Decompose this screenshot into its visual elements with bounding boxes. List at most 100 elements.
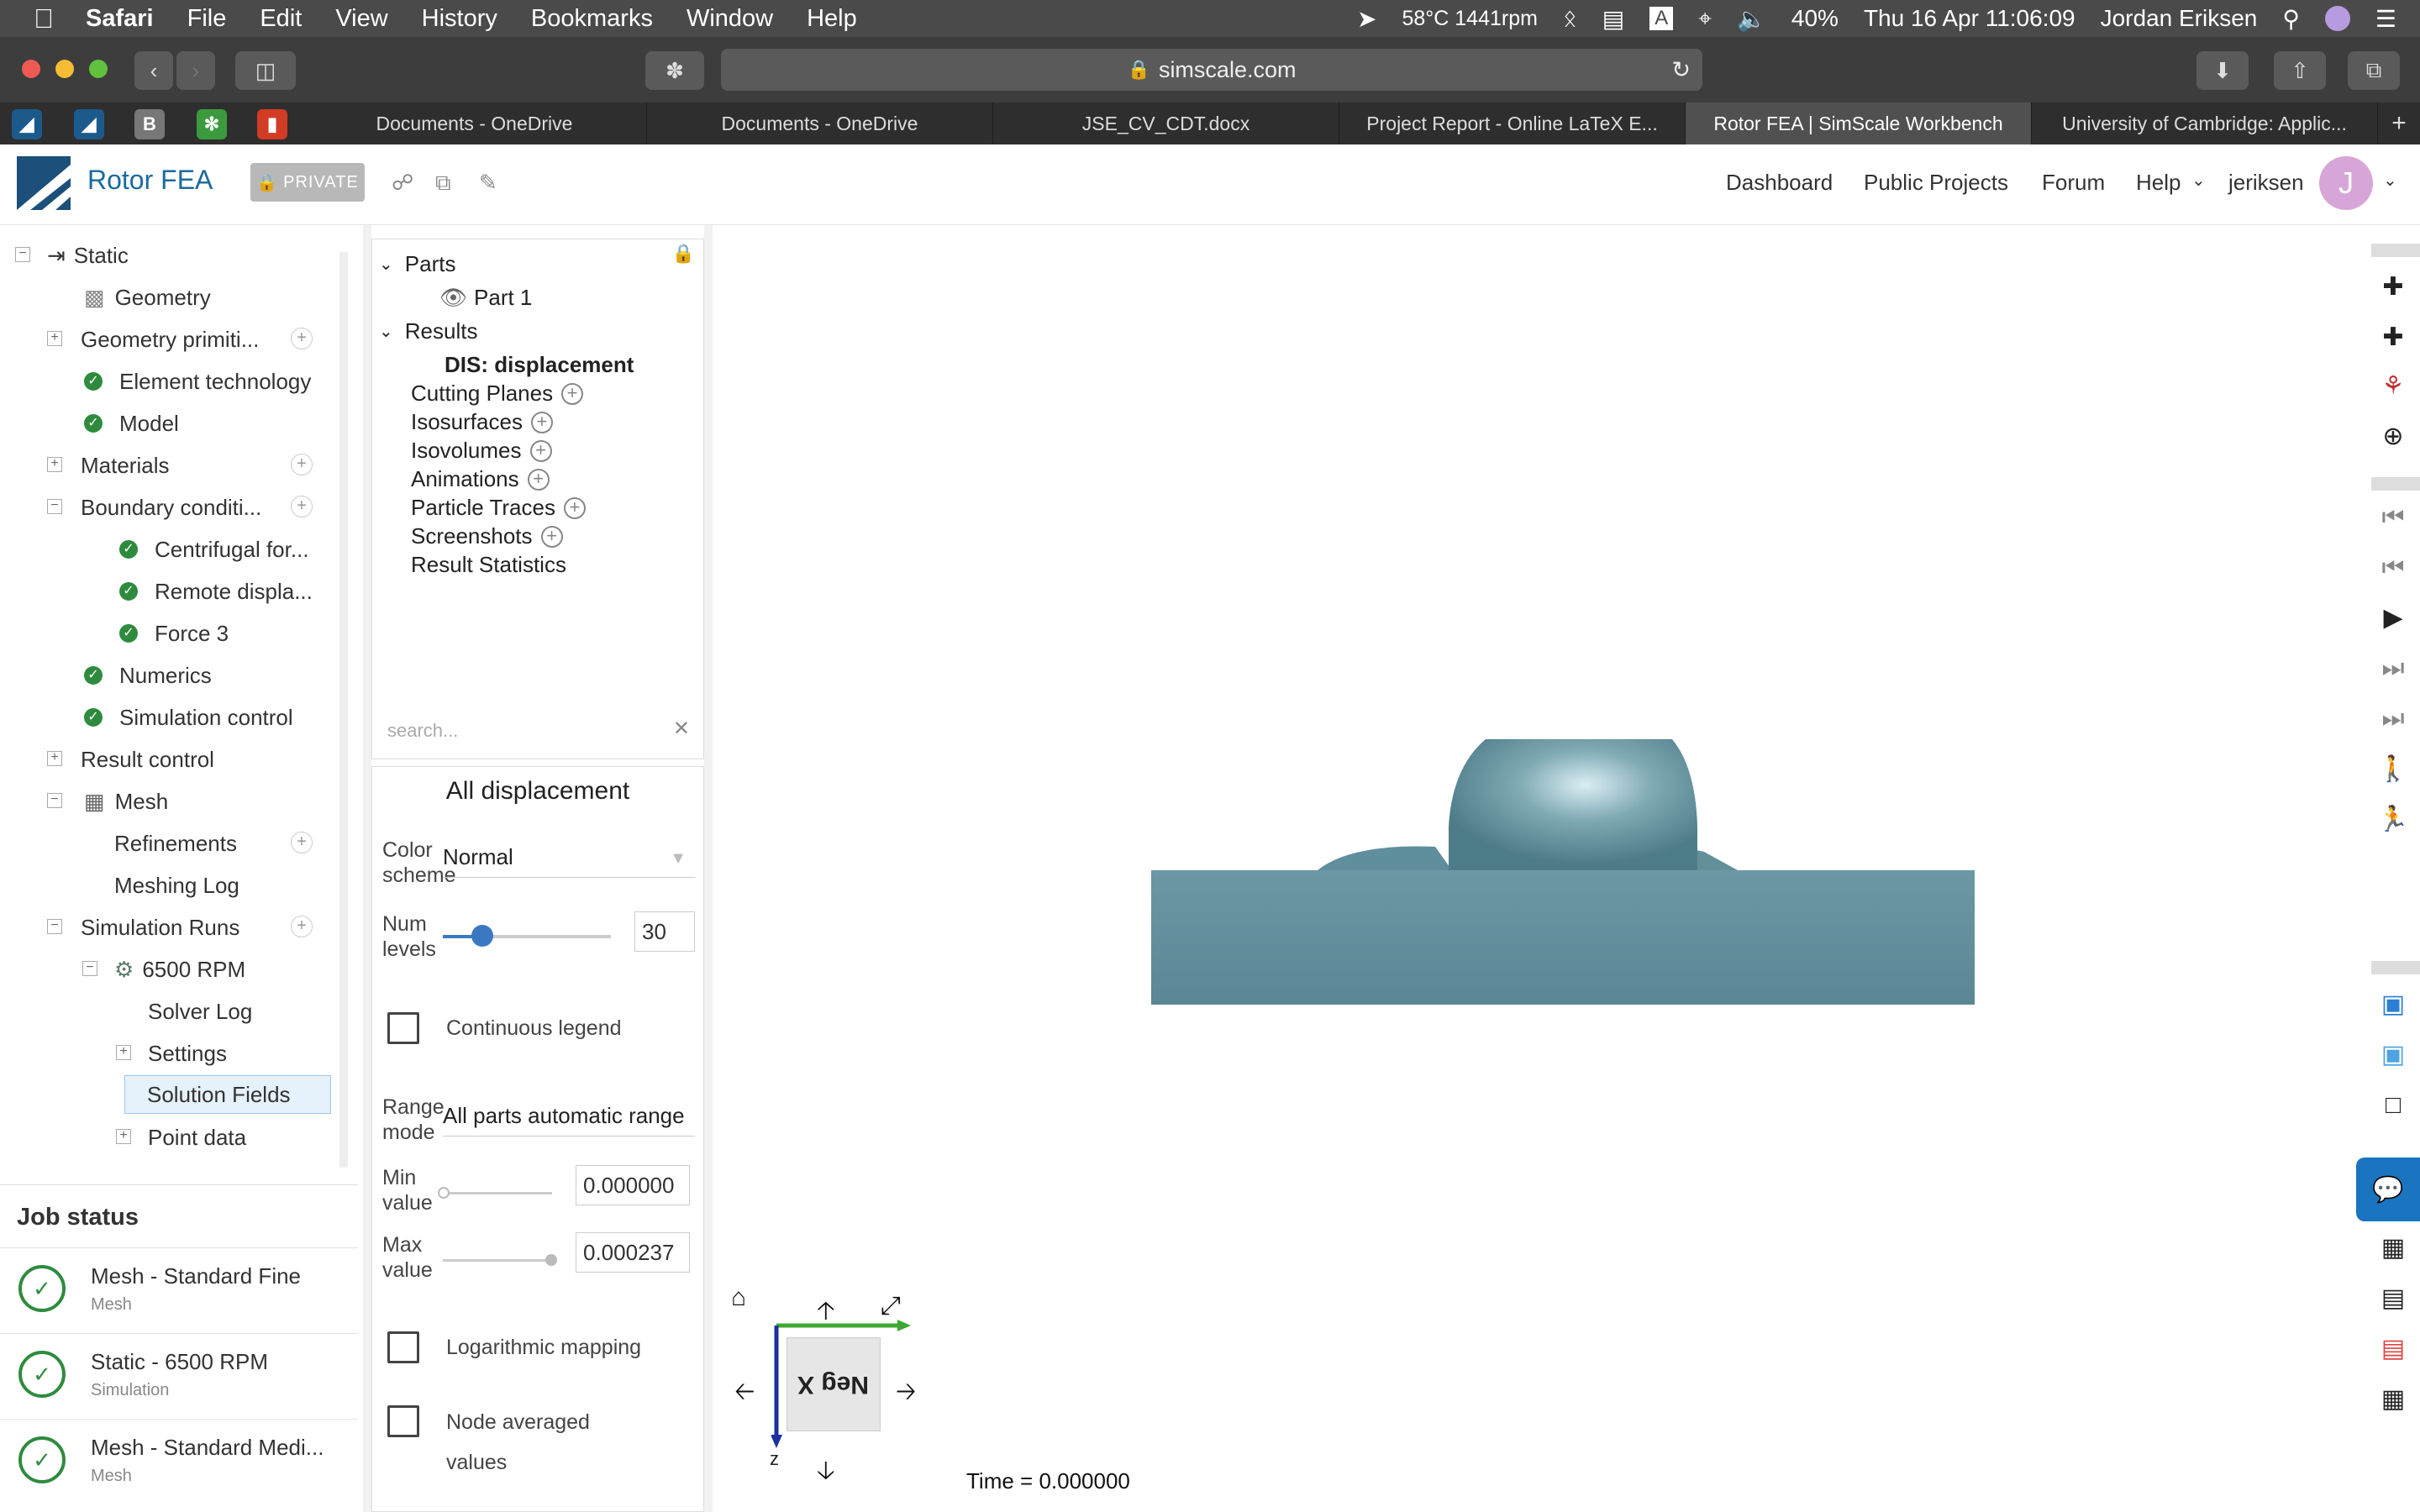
wifi-icon[interactable]: ⌖ — [1698, 5, 1712, 33]
viewport-divider[interactable] — [704, 225, 713, 1512]
wireframe-view-icon[interactable]: ▤ — [2375, 1280, 2412, 1317]
job-item[interactable]: ✓ Static - 6500 RPM Simulation — [0, 1333, 358, 1417]
input-source-icon[interactable]: A — [1649, 7, 1674, 30]
tree-result-control[interactable]: Result control — [81, 743, 214, 776]
pinned-tab-b-icon[interactable]: B — [134, 109, 165, 139]
pinned-tab-simscale-icon[interactable]: ◢ — [12, 109, 42, 139]
feature-edges-icon[interactable]: ▤ — [2375, 1331, 2412, 1368]
downloads-icon[interactable]: ⬇ — [2196, 51, 2249, 90]
chevron-down-icon[interactable]: ⌄ — [379, 321, 393, 342]
tree-geometry-primitives[interactable]: Geometry primiti... — [81, 323, 259, 356]
add-screenshot-icon[interactable]: + — [540, 525, 563, 548]
notification-center-icon[interactable]: ☰ — [2375, 5, 2396, 33]
minimize-window-button[interactable] — [55, 60, 74, 78]
rotate-down-arrow-icon[interactable]: 🡣 — [817, 1452, 835, 1494]
pick-element-icon[interactable]: ✚ — [2375, 319, 2412, 356]
pick-center-icon[interactable]: ⊕ — [2375, 418, 2412, 455]
tree-element-technology[interactable]: ✓ Element technology — [84, 365, 311, 398]
avatar[interactable]: J — [2319, 156, 2373, 210]
mesh-view-icon[interactable]: ▦ — [2375, 1230, 2412, 1267]
slider-handle[interactable] — [438, 1187, 450, 1199]
chat-support-button[interactable]: 💬 — [2356, 1158, 2420, 1221]
user-name[interactable]: Jordan Eriksen — [2101, 5, 2258, 32]
menu-edit[interactable]: Edit — [260, 5, 302, 33]
menu-help[interactable]: Help — [807, 5, 857, 33]
add-cutting-plane-icon[interactable]: + — [561, 382, 584, 405]
menu-history[interactable]: History — [422, 5, 497, 33]
tree-refinements[interactable]: Refinements — [114, 827, 237, 860]
tree-meshing-log[interactable]: Meshing Log — [114, 869, 239, 902]
tree-solver-log[interactable]: Solver Log — [148, 995, 252, 1028]
eye-icon[interactable]: 👁 — [439, 285, 467, 311]
tree-numerics[interactable]: ✓ Numerics — [84, 659, 212, 692]
tree-materials[interactable]: Materials — [81, 449, 169, 482]
expand-geometry-primitives-icon[interactable]: + — [47, 331, 62, 346]
battery-percent[interactable]: 40% — [1791, 5, 1839, 32]
expand-point-data-icon[interactable]: + — [116, 1129, 131, 1144]
lock-icon[interactable]: 🔒 — [672, 243, 695, 265]
color-scheme-select[interactable]: Normal ▼ — [443, 844, 695, 878]
job-item[interactable]: ✓ Mesh - Standard Medi... Mesh — [0, 1419, 358, 1503]
pinned-tab-simscale2-icon[interactable]: ◢ — [74, 109, 104, 139]
tree-search-input[interactable]: search... — [387, 720, 458, 742]
num-levels-input[interactable]: 30 — [634, 911, 695, 952]
menu-window[interactable]: Window — [687, 5, 773, 33]
tree-dis-displacement[interactable]: DIS: displacement — [445, 352, 634, 378]
num-levels-slider[interactable] — [443, 925, 611, 947]
spotlight-search-icon[interactable]: ⚲ — [2282, 5, 2300, 33]
tree-particle-traces[interactable]: Particle Traces + — [411, 495, 586, 521]
simscale-logo[interactable] — [17, 156, 71, 210]
tree-mesh[interactable]: ▦ Mesh — [84, 785, 168, 818]
tree-boundary-conditions[interactable]: Boundary conditi... — [81, 491, 261, 524]
transparent-mesh-icon[interactable]: ▦ — [2375, 1381, 2412, 1418]
range-mode-select[interactable]: All parts automatic range — [443, 1103, 695, 1137]
user-menu-chevron-icon[interactable]: ⌄ — [2383, 170, 2397, 191]
new-tab-icon[interactable]: + — [2378, 102, 2420, 144]
tab-project-report[interactable]: Project Report - Online LaTeX E... — [1339, 102, 1686, 144]
tree-settings[interactable]: Settings — [148, 1037, 227, 1070]
location-icon[interactable]: ➤ — [1357, 5, 1376, 33]
tree-part-1[interactable]: 👁 Part 1 — [439, 285, 532, 311]
tree-screenshots[interactable]: Screenshots + — [411, 523, 563, 549]
menu-bookmarks[interactable]: Bookmarks — [531, 5, 653, 33]
collapse-simulation-runs-icon[interactable]: − — [47, 919, 62, 934]
continuous-legend-checkbox[interactable] — [387, 1012, 419, 1044]
pinned-tab-office-icon[interactable]: ▮ — [257, 109, 287, 139]
home-view-icon[interactable]: ⌂ — [731, 1284, 746, 1312]
chevron-down-icon[interactable]: ⌄ — [2191, 170, 2206, 191]
tab-onedrive-2[interactable]: Documents - OneDrive — [647, 102, 993, 144]
chevron-down-icon[interactable]: ⌄ — [379, 254, 393, 275]
nav-dashboard[interactable]: Dashboard — [1726, 170, 1833, 196]
siri-icon[interactable] — [2324, 6, 2350, 31]
slider-handle[interactable] — [545, 1254, 557, 1266]
tree-isovolumes[interactable]: Isovolumes + — [411, 438, 552, 464]
edit-icon[interactable]: ✎ — [479, 170, 497, 196]
tab-onedrive-1[interactable]: Documents - OneDrive — [302, 102, 647, 144]
add-isosurface-icon[interactable]: + — [530, 411, 553, 433]
memory-icon[interactable]: ▤ — [1602, 5, 1624, 33]
add-isovolume-icon[interactable]: + — [529, 439, 552, 462]
last-frame-icon[interactable]: ⏭ — [2375, 701, 2412, 738]
forward-button[interactable]: › — [176, 51, 215, 90]
tab-cambridge[interactable]: University of Cambridge: Applic... — [2032, 102, 2378, 144]
expand-result-control-icon[interactable]: + — [47, 751, 62, 766]
add-boundary-condition-icon[interactable]: + — [291, 496, 313, 517]
collapse-run-icon[interactable]: − — [82, 961, 97, 976]
share-icon[interactable]: ⇧ — [2274, 51, 2326, 90]
solid-edges-view-icon[interactable]: ▣ — [2375, 1037, 2412, 1074]
max-value-slider[interactable] — [443, 1254, 557, 1266]
tree-results[interactable]: ⌄ Results — [379, 318, 477, 344]
panel-divider[interactable] — [363, 225, 371, 1512]
tree-isosurfaces[interactable]: Isosurfaces + — [411, 409, 553, 435]
tree-static[interactable]: ⇥ Static — [47, 239, 129, 272]
add-material-icon[interactable]: + — [291, 454, 313, 475]
node-averaged-checkbox[interactable] — [387, 1405, 419, 1437]
volume-icon[interactable]: 🔈 — [1737, 5, 1766, 33]
rotate-left-arrow-icon[interactable]: 🡠 — [734, 1373, 755, 1415]
tree-remote-displacement[interactable]: ✓ Remote displa... — [119, 575, 313, 608]
collapse-static-icon[interactable]: − — [15, 247, 30, 262]
bluetooth-icon[interactable]: ᛟ — [1563, 5, 1577, 32]
expand-materials-icon[interactable]: + — [47, 457, 62, 472]
temperature-status[interactable]: 58°C 1441rpm — [1402, 7, 1537, 31]
extension-icon[interactable]: ✽ — [645, 51, 704, 90]
